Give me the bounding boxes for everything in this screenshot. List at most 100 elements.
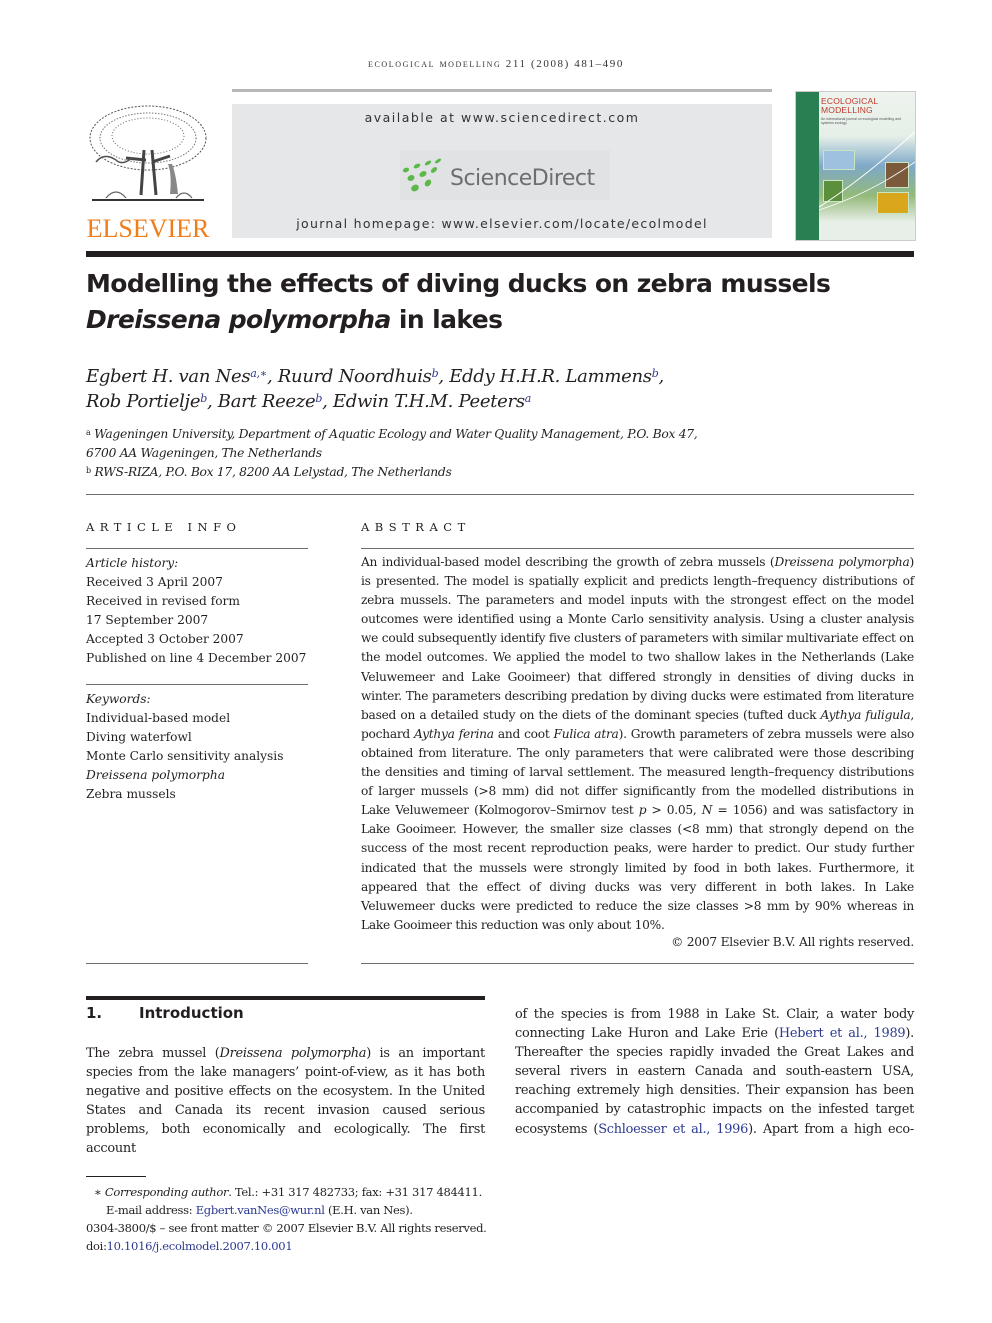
affiliation-marker: b xyxy=(86,466,91,475)
keywords: Keywords: Individual-based model Diving … xyxy=(86,690,316,804)
italic-term: Aythya ferina xyxy=(414,726,494,741)
author-name: Ruurd Noordhuis xyxy=(277,366,432,387)
available-at-link[interactable]: available at www.sciencedirect.com xyxy=(232,110,772,125)
italic-term: N xyxy=(701,803,713,818)
journal-cover-image[interactable]: ECOLOGICAL MODELLING An international jo… xyxy=(795,91,916,241)
text-run: > 0.05, xyxy=(646,803,702,818)
cover-panel: ECOLOGICAL MODELLING An international jo… xyxy=(819,92,915,240)
keyword: Monte Carlo sensitivity analysis xyxy=(86,749,284,763)
section-title: Introduction xyxy=(139,1004,244,1022)
footnotes: ∗ Corresponding author. Tel.: +31 317 48… xyxy=(86,1183,526,1255)
text-run: ) is presented. The model is spatially e… xyxy=(361,555,914,722)
title-species-name: Dreissena polymorpha xyxy=(86,305,391,334)
title-line2-rest: in lakes xyxy=(390,305,503,334)
author[interactable]: Bart Reezeb xyxy=(217,391,323,412)
front-matter-note: 0304-3800/$ – see front matter © 2007 El… xyxy=(86,1221,487,1235)
author-separator: , xyxy=(206,391,218,412)
text-run: = 1056) and was satisfactory in Lake Goo… xyxy=(361,803,914,932)
author-affiliation-sup[interactable]: b xyxy=(315,392,322,405)
author-separator: , xyxy=(322,391,333,412)
citation-link[interactable]: Schloesser et al., 1996 xyxy=(598,1122,748,1137)
text-run: ). Thereafter the species rapidly invade… xyxy=(515,1026,914,1137)
corresponding-label: Corresponding author xyxy=(104,1185,229,1199)
text-run: ) is an important species from the lake … xyxy=(86,1046,485,1157)
text-run: and coot xyxy=(493,726,554,741)
article-info-heading: ARTICLE INFO xyxy=(86,520,242,534)
history-label: Article history: xyxy=(86,556,179,570)
author-name: Rob Portielje xyxy=(86,391,201,412)
italic-term: Aythya fuligula xyxy=(820,707,911,722)
footnote-rule xyxy=(86,1176,146,1177)
email-link[interactable]: Egbert.vanNes@wur.nl xyxy=(196,1203,325,1217)
affiliation-divider xyxy=(86,494,914,495)
sciencedirect-banner: available at www.sciencedirect.com Scien… xyxy=(232,104,772,238)
article-info-bottom-rule xyxy=(86,963,308,964)
cover-curves-icon xyxy=(819,132,915,211)
cover-title: ECOLOGICAL MODELLING xyxy=(821,97,878,115)
author-affiliation-sup[interactable]: a,∗ xyxy=(250,367,267,380)
author-line-1: Egbert H. van Nesa,∗, Ruurd Noordhuisb, … xyxy=(86,364,914,389)
author[interactable]: Eddy H.H.R. Lammensb xyxy=(449,366,659,387)
contact-details: . Tel.: +31 317 482733; fax: +31 317 484… xyxy=(228,1185,482,1199)
history-item: 17 September 2007 xyxy=(86,613,209,627)
author-name: Egbert H. van Nes xyxy=(86,366,251,387)
header-black-bar xyxy=(86,251,914,257)
author[interactable]: Egbert H. van Nesa,∗ xyxy=(86,366,267,387)
author-name: Bart Reeze xyxy=(217,391,316,412)
author-affiliation-sup[interactable]: b xyxy=(432,367,439,380)
affiliation-text: Wageningen University, Department of Aqu… xyxy=(94,427,698,441)
header-rule xyxy=(232,89,772,92)
doi-link[interactable]: 10.1016/j.ecolmodel.2007.10.001 xyxy=(107,1239,293,1253)
citation-link[interactable]: Hebert et al., 1989 xyxy=(779,1026,906,1041)
journal-homepage-link[interactable]: journal homepage: www.elsevier.com/locat… xyxy=(232,216,772,231)
affiliation-b: b RWS-RIZA, P.O. Box 17, 8200 AA Lelysta… xyxy=(86,463,914,482)
running-head: ecological modelling 211 (2008) 481–490 xyxy=(368,58,624,70)
email-suffix: (E.H. van Nes). xyxy=(324,1203,413,1217)
sciencedirect-wordmark: ScienceDirect xyxy=(450,166,595,191)
keywords-label: Keywords: xyxy=(86,692,151,706)
keyword: Diving waterfowl xyxy=(86,730,192,744)
abstract-divider xyxy=(361,548,914,549)
history-item: Accepted 3 October 2007 xyxy=(86,632,244,646)
abstract-heading: ABSTRACT xyxy=(361,520,471,534)
author-affiliation-sup[interactable]: b xyxy=(200,392,207,405)
author-list: Egbert H. van Nesa,∗, Ruurd Noordhuisb, … xyxy=(86,364,914,414)
history-item: Received 3 April 2007 xyxy=(86,575,223,589)
email-line: E-mail address: Egbert.vanNes@wur.nl (E.… xyxy=(86,1201,526,1219)
title-line2: Dreissena polymorpha in lakes xyxy=(86,302,914,338)
title-line1: Modelling the effects of diving ducks on… xyxy=(86,269,831,298)
author-affiliation-sup[interactable]: a xyxy=(525,392,532,405)
abstract-copyright: © 2007 Elsevier B.V. All rights reserved… xyxy=(671,935,914,949)
author[interactable]: Ruurd Noordhuisb xyxy=(278,366,439,387)
footnote-marker: ∗ xyxy=(94,1185,102,1199)
elsevier-wordmark: ELSEVIER xyxy=(86,214,210,243)
author-line-2: Rob Portieljeb, Bart Reezeb, Edwin T.H.M… xyxy=(86,389,914,414)
author[interactable]: Rob Portieljeb xyxy=(86,391,207,412)
affiliation-a: a Wageningen University, Department of A… xyxy=(86,425,914,444)
keyword: Zebra mussels xyxy=(86,787,176,801)
italic-term: Dreissena polymorpha xyxy=(774,555,910,569)
author-separator: , xyxy=(438,366,450,387)
text-run: An individual-based model describing the… xyxy=(361,555,775,569)
italic-term: Fulica atra xyxy=(553,726,619,741)
intro-paragraph-col1: The zebra mussel (Dreissena polymorpha) … xyxy=(86,1044,485,1159)
author[interactable]: Edwin T.H.M. Peetersa xyxy=(333,391,531,412)
author-name: Eddy H.H.R. Lammens xyxy=(449,366,652,387)
history-item: Received in revised form xyxy=(86,594,240,608)
affiliation-text: RWS-RIZA, P.O. Box 17, 8200 AA Lelystad,… xyxy=(94,465,452,479)
keyword: Individual-based model xyxy=(86,711,231,725)
history-item: Published on line 4 December 2007 xyxy=(86,651,307,665)
author-separator: , xyxy=(266,366,278,387)
text-run: The zebra mussel ( xyxy=(86,1046,220,1061)
keywords-divider xyxy=(86,684,308,685)
tree-icon xyxy=(89,105,207,201)
keyword: Dreissena polymorpha xyxy=(86,768,225,782)
article-history: Article history: Received 3 April 2007 R… xyxy=(86,554,316,668)
section-number: 1. xyxy=(86,1004,103,1022)
email-label: E-mail address: xyxy=(106,1203,196,1217)
affiliations: a Wageningen University, Department of A… xyxy=(86,425,914,482)
doi-label: doi: xyxy=(86,1239,107,1253)
cover-subtitle: An international journal on ecological m… xyxy=(821,117,901,125)
author-affiliation-sup[interactable]: b xyxy=(652,367,659,380)
author-name: Edwin T.H.M. Peeters xyxy=(332,391,525,412)
